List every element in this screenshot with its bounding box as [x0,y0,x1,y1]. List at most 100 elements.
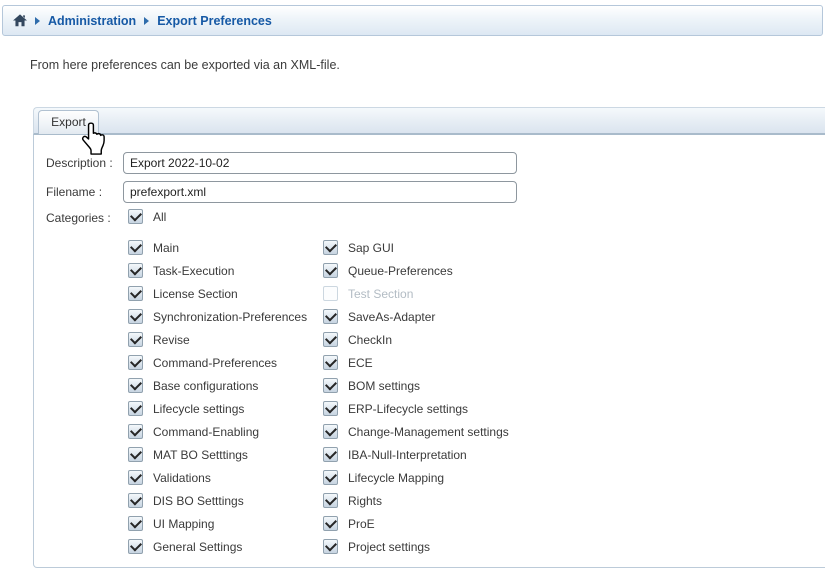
category-label: Task-Execution [153,264,234,278]
category-cell: Main [128,236,323,259]
filename-label: Filename : [46,182,102,203]
category-checkbox[interactable] [128,424,143,439]
categories-label: Categories : [46,208,111,229]
breadcrumb-arrow-icon [144,17,149,25]
description-input[interactable] [123,152,517,174]
category-checkbox[interactable] [323,424,338,439]
category-checkbox[interactable] [323,309,338,324]
category-cell: BOM settings [323,374,420,397]
tab-export[interactable]: Export [38,110,99,134]
category-cell: Validations [128,466,323,489]
category-checkbox[interactable] [323,447,338,462]
category-label: Command-Enabling [153,425,259,439]
category-checkbox[interactable] [128,470,143,485]
category-cell: ERP-Lifecycle settings [323,397,468,420]
category-label: Queue-Preferences [348,264,453,278]
category-label: ProE [348,517,375,531]
category-label: Validations [153,471,211,485]
breadcrumb-export-preferences[interactable]: Export Preferences [157,14,272,28]
category-label: Change-Management settings [348,425,509,439]
all-checkbox[interactable] [128,209,143,224]
category-label: Revise [153,333,190,347]
category-checkbox[interactable] [128,447,143,462]
category-label: Lifecycle Mapping [348,471,444,485]
category-label: UI Mapping [153,517,214,531]
export-panel: Description : Filename : Categories : Al… [33,135,825,568]
category-checkbox[interactable] [128,378,143,393]
category-row: Command-Preferences ECE [128,351,509,374]
breadcrumb: Administration Export Preferences [2,5,823,36]
category-label: IBA-Null-Interpretation [348,448,467,462]
category-checkbox[interactable] [128,263,143,278]
category-row: MAT BO Setttings IBA-Null-Interpretation [128,443,509,466]
category-cell: ProE [323,512,375,535]
category-checkbox[interactable] [323,355,338,370]
category-label: General Settings [153,540,242,554]
home-icon[interactable] [13,14,27,27]
category-row: Command-Enabling Change-Management settin… [128,420,509,443]
category-row: Revise CheckIn [128,328,509,351]
category-cell: Lifecycle settings [128,397,323,420]
category-cell: UI Mapping [128,512,323,535]
category-checkbox[interactable] [323,516,338,531]
category-checkbox[interactable] [323,470,338,485]
category-cell: Test Section [323,282,413,305]
category-checkbox[interactable] [128,240,143,255]
category-row: Base configurations BOM settings [128,374,509,397]
category-checkbox[interactable] [323,539,338,554]
tab-export-label: Export [51,115,86,129]
filename-input[interactable] [123,181,517,203]
breadcrumb-arrow-icon [35,17,40,25]
category-cell: Project settings [323,535,430,558]
category-label: Rights [348,494,382,508]
category-label: DIS BO Setttings [153,494,244,508]
category-label: ECE [348,356,373,370]
category-checkbox[interactable] [323,378,338,393]
category-cell: Command-Preferences [128,351,323,374]
category-checkbox[interactable] [128,516,143,531]
category-checkbox[interactable] [323,240,338,255]
breadcrumb-administration[interactable]: Administration [48,14,136,28]
category-checkbox[interactable] [128,539,143,554]
category-grid: Main Sap GUI Task-Execution Queue-Preferenc… [128,236,509,558]
category-label: ERP-Lifecycle settings [348,402,468,416]
category-row: Synchronization-PreferencesSaveAs-Adapte… [128,305,509,328]
category-cell: MAT BO Setttings [128,443,323,466]
category-row: Validations Lifecycle Mapping [128,466,509,489]
category-cell: Task-Execution [128,259,323,282]
category-checkbox[interactable] [323,493,338,508]
category-label: Test Section [348,287,413,301]
category-checkbox[interactable] [128,401,143,416]
category-checkbox[interactable] [128,332,143,347]
category-cell: Change-Management settings [323,420,509,443]
category-cell: Revise [128,328,323,351]
category-row: DIS BO Setttings Rights [128,489,509,512]
category-label: Command-Preferences [153,356,277,370]
category-cell: Lifecycle Mapping [323,466,444,489]
category-label: License Section [153,287,238,301]
all-label: All [153,210,166,224]
category-checkbox[interactable] [128,286,143,301]
category-label: Base configurations [153,379,258,393]
category-label: CheckIn [348,333,392,347]
category-row: Lifecycle settings ERP-Lifecycle settings [128,397,509,420]
category-checkbox[interactable] [128,309,143,324]
category-cell: License Section [128,282,323,305]
category-cell: DIS BO Setttings [128,489,323,512]
category-cell: Synchronization-Preferences [128,305,323,328]
tab-strip: Export [33,107,825,135]
category-checkbox[interactable] [128,493,143,508]
category-checkbox[interactable] [128,355,143,370]
category-label: MAT BO Setttings [153,448,248,462]
category-label: Sap GUI [348,241,394,255]
intro-text: From here preferences can be exported vi… [30,58,340,72]
category-label: Project settings [348,540,430,554]
category-cell: SaveAs-Adapter [323,305,435,328]
category-cell: CheckIn [323,328,392,351]
category-checkbox[interactable] [323,332,338,347]
category-checkbox[interactable] [323,263,338,278]
category-cell: ECE [323,351,373,374]
category-cell: Base configurations [128,374,323,397]
category-row: General Settings Project settings [128,535,509,558]
category-checkbox[interactable] [323,401,338,416]
